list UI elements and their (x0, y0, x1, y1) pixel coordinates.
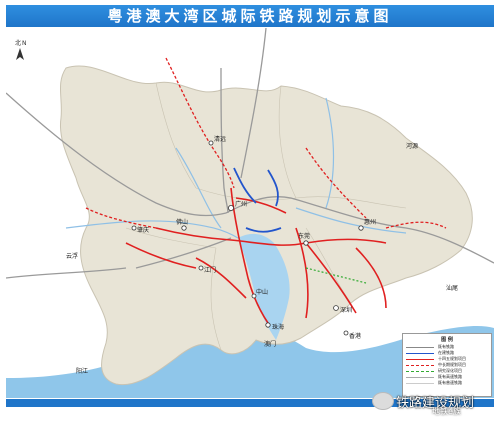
north-letter: N (22, 40, 27, 47)
wechat-icon (372, 392, 394, 410)
map-legend: 图 例 既有铁路 在建铁路 十四五规划项目 中长期规划项目 研究深化项目 既有高速铁路 既有… (402, 333, 492, 397)
map-frame: 粤港澳大湾区城际铁路规划示意图 北 N 广州 佛山 东莞 惠州 深圳 珠海 中山… (0, 0, 500, 421)
city-label-zhongshan: 中山 (256, 288, 268, 296)
city-label-zhuhai: 珠海 (272, 323, 284, 331)
legend-line-swatch (406, 346, 434, 348)
legend-line-swatch (406, 370, 434, 372)
city-label-heyuan: 河源 (406, 142, 418, 150)
legend-line-swatch (406, 382, 434, 384)
map-title: 粤港澳大湾区城际铁路规划示意图 (6, 5, 494, 27)
city-label-qingyuan: 清远 (214, 135, 226, 143)
legend-rows: 既有铁路 在建铁路 十四五规划项目 中长期规划项目 研究深化项目 既有高速铁路 既有普速铁路 (403, 344, 491, 386)
city-label-jiangmen: 江门 (204, 266, 216, 274)
city-label-shenzhen: 深圳 (340, 306, 352, 314)
legend-line-swatch (406, 364, 434, 366)
legend-line-swatch (406, 376, 434, 378)
city-label-xianggang: 香港 (349, 332, 361, 340)
city-label-yangjiang: 阳江 (76, 367, 88, 375)
watermark-sub: 地铁e族 (432, 407, 461, 416)
city-label-dongguan: 东莞 (298, 232, 310, 240)
legend-title: 图 例 (441, 337, 453, 343)
legend-item: 既有普速铁路 (403, 380, 491, 386)
north-label: 北 (15, 39, 21, 47)
legend-line-swatch (406, 358, 434, 360)
city-label-huizhou: 惠州 (364, 218, 376, 226)
city-label-zhaoqing: 肇庆 (137, 226, 149, 234)
watermark: 铁路建设规划 地铁e族 (372, 392, 498, 418)
city-label-aomen: 澳门 (264, 340, 276, 348)
legend-line-swatch (406, 352, 434, 354)
city-label-yunfu: 云浮 (66, 252, 78, 260)
city-label-foshan: 佛山 (176, 218, 188, 226)
city-label-guangzhou: 广州 (235, 200, 247, 208)
city-label-shanwei: 汕尾 (446, 284, 458, 292)
legend-item-label: 既有普速铁路 (438, 380, 462, 385)
